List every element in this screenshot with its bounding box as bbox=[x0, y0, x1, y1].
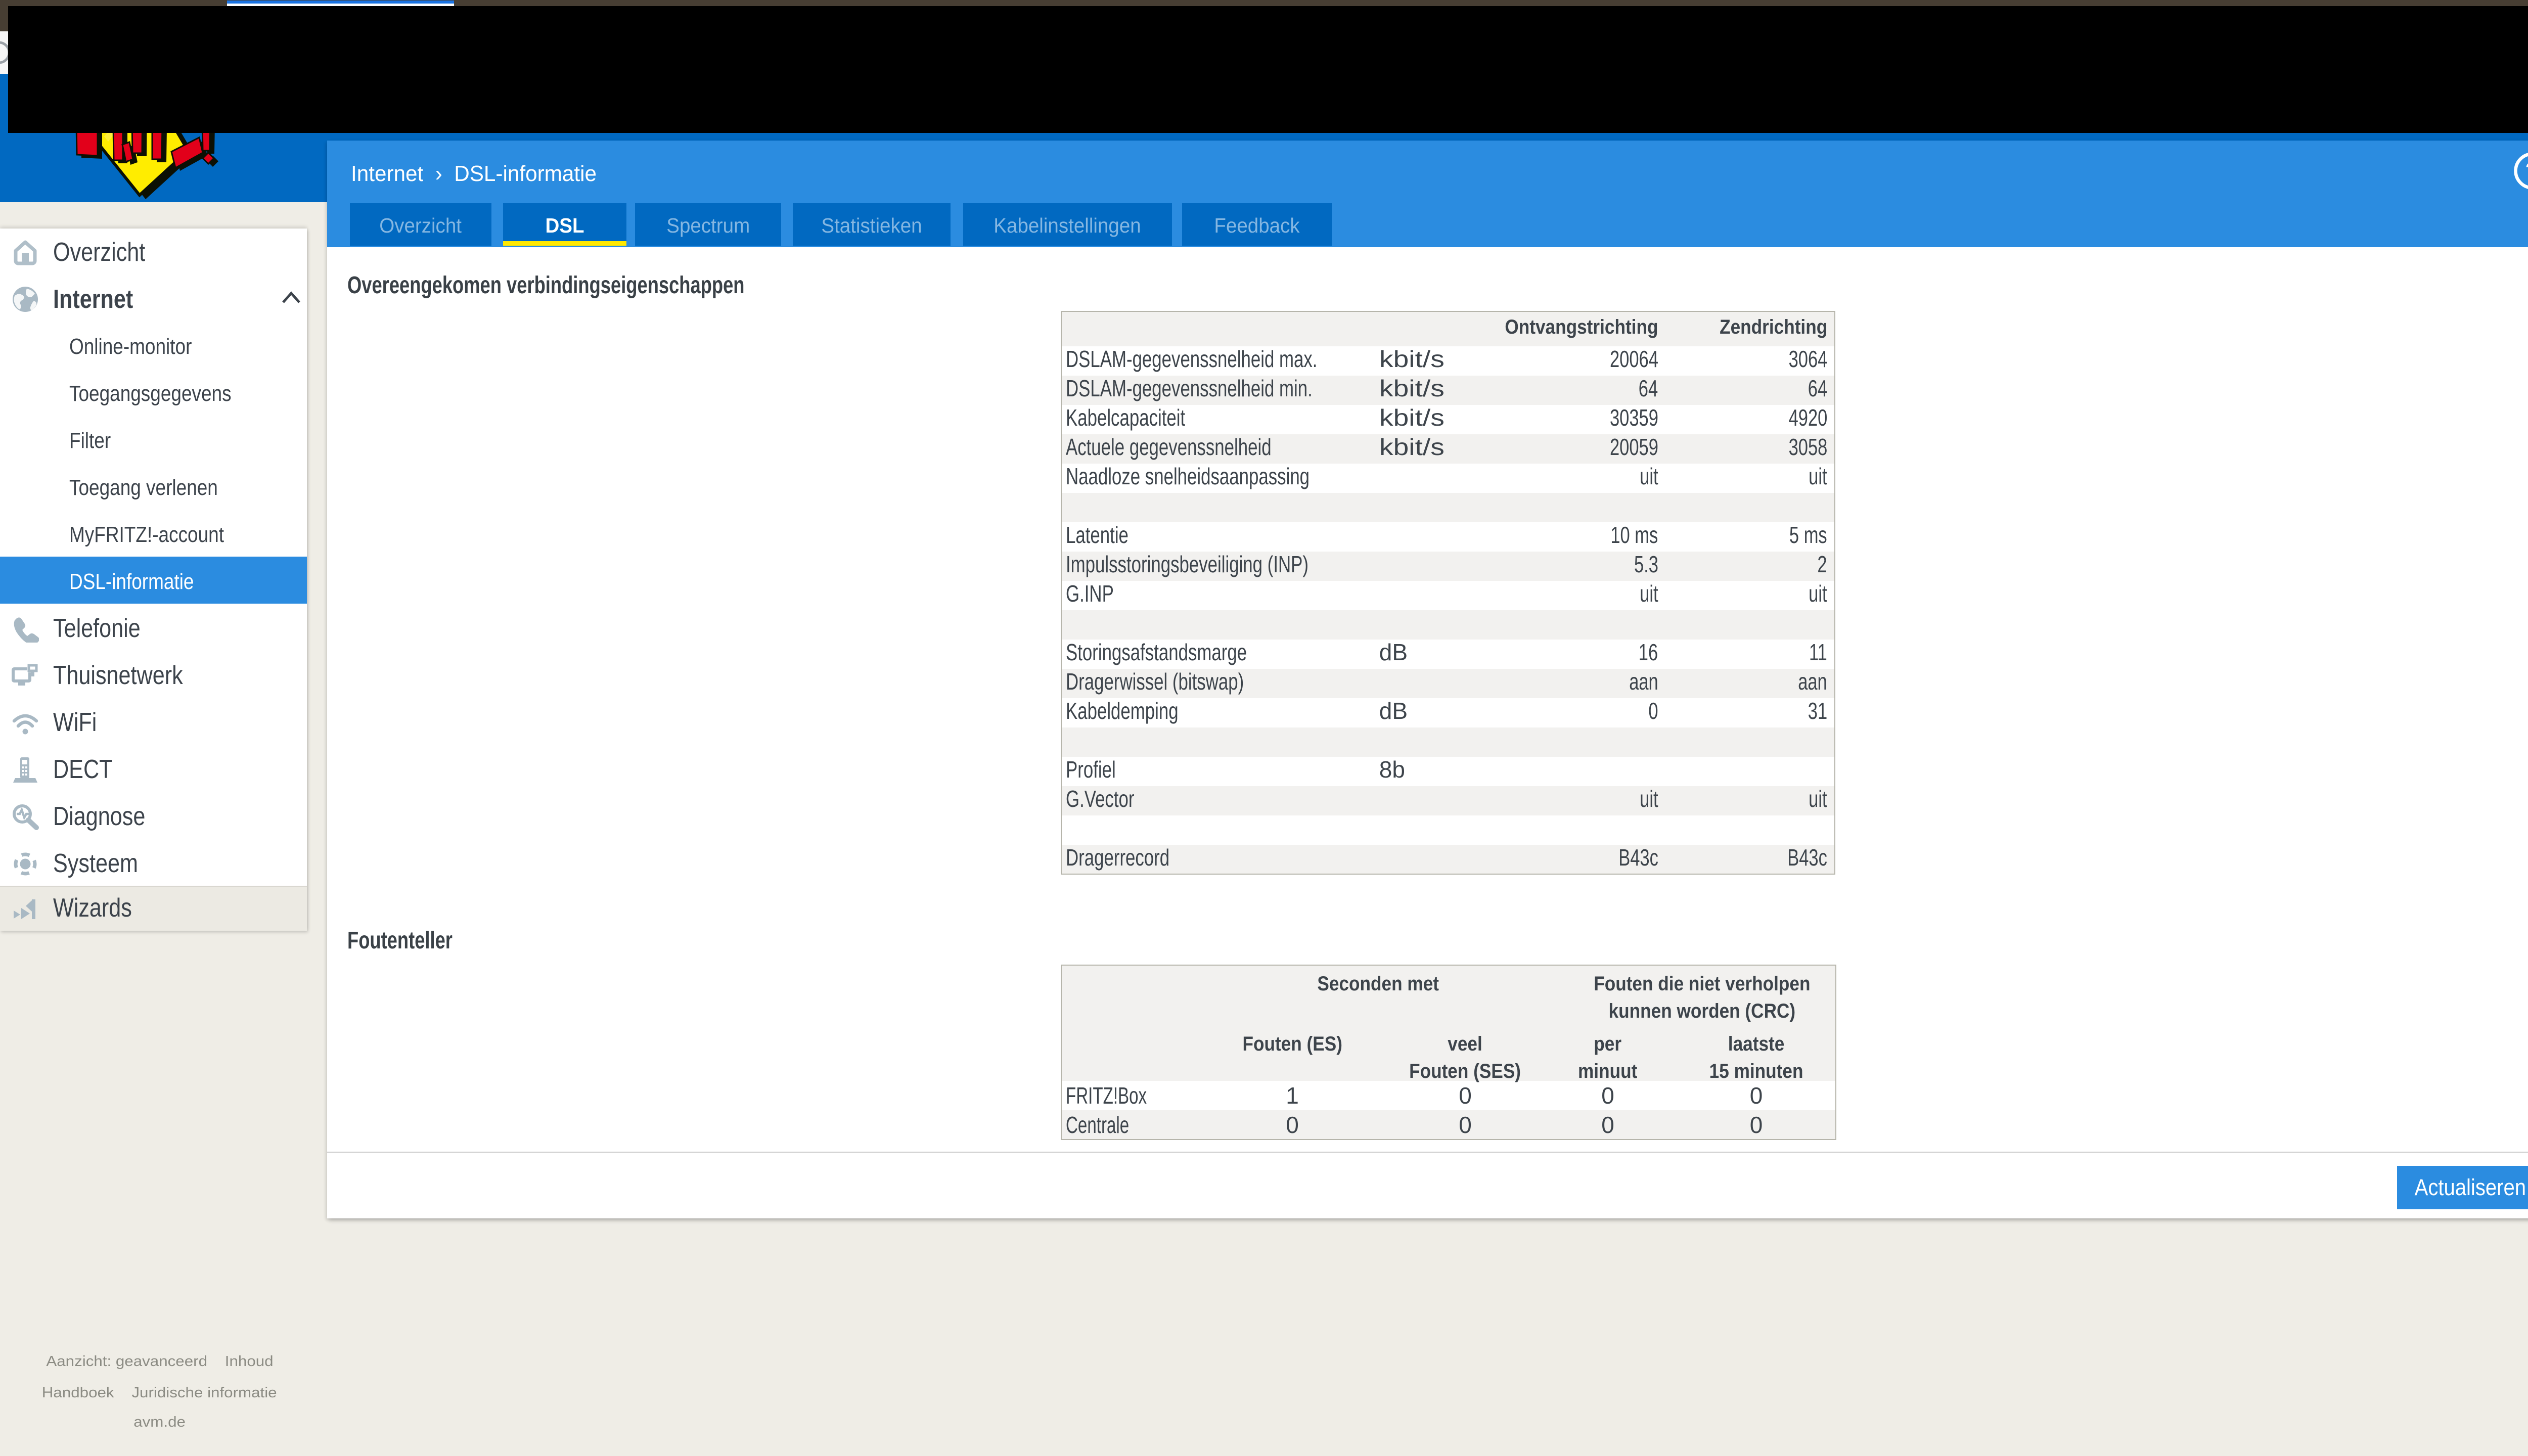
svg-text:?: ? bbox=[2525, 158, 2528, 185]
